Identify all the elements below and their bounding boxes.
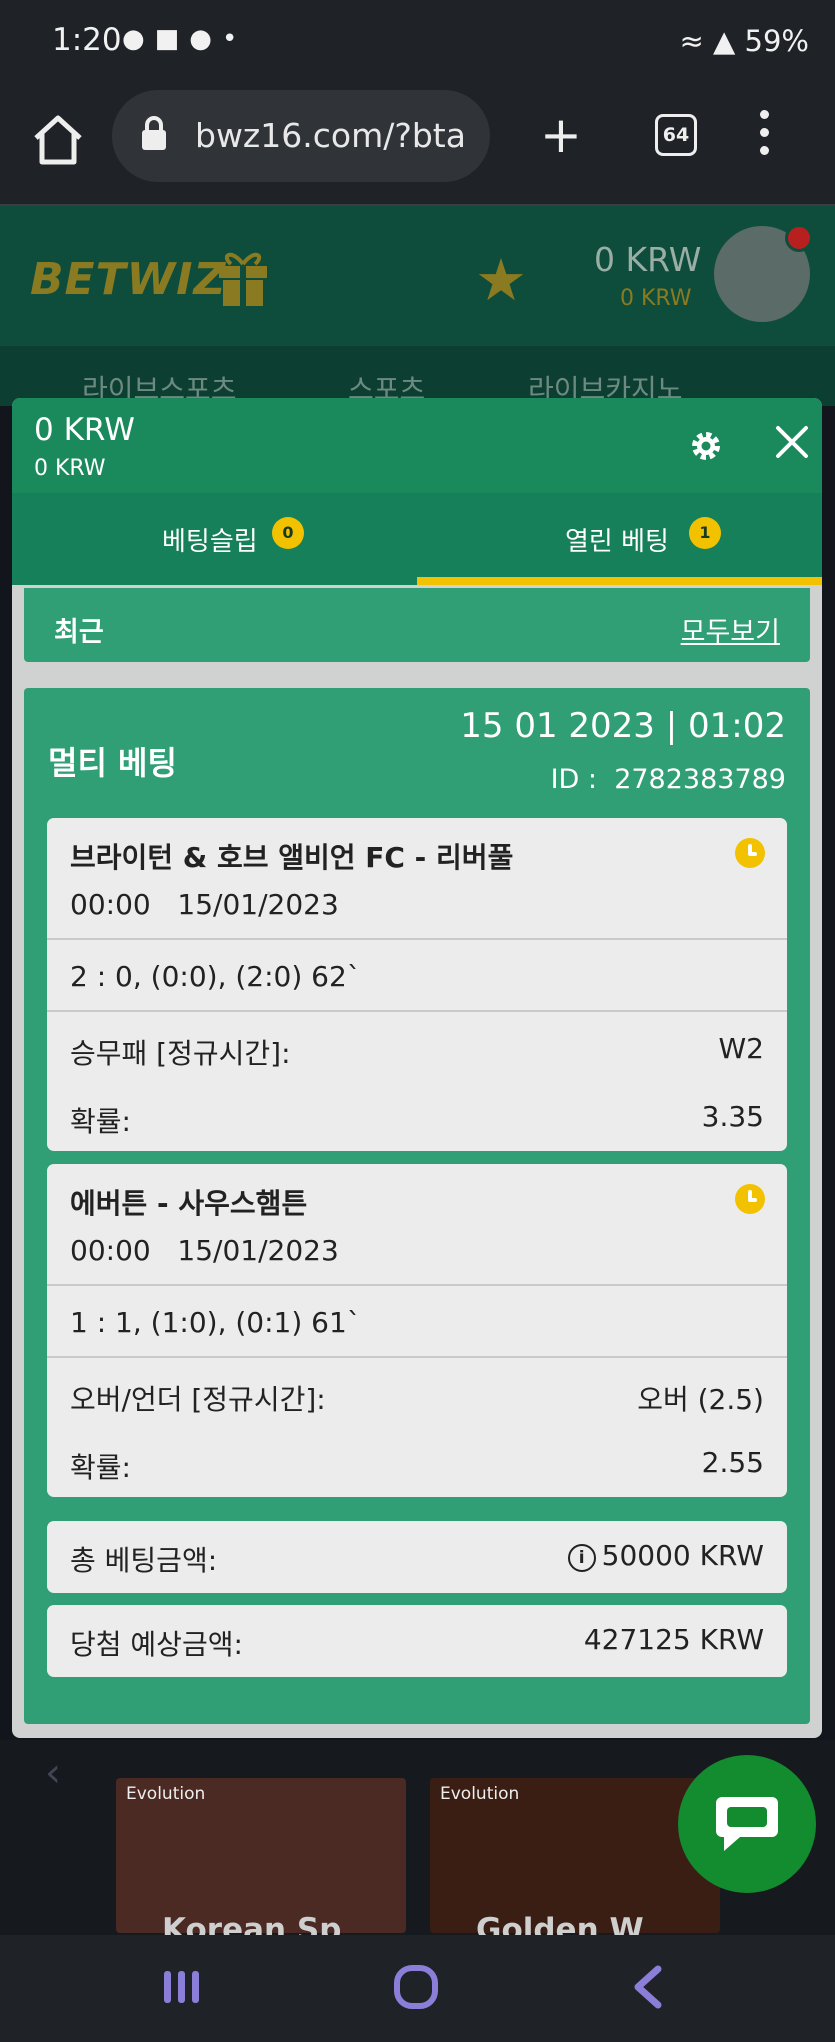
odds-value: 2.55 [701, 1446, 764, 1479]
notification-icons: ●■●• [122, 24, 248, 54]
bet-datetime: 15 01 2023 | 01:02 [460, 706, 786, 746]
selection-card: 브라이턴 & 호브 앨비언 FC - 리버풀 00:00 15/01/2023 … [47, 818, 787, 1151]
status-icons: ≈ ▲ 59% [679, 24, 809, 58]
chevron-left-icon[interactable]: ‹ [45, 1750, 61, 1796]
match-title: 에버튼 - 사우스햄튼 [70, 1187, 308, 1220]
bet-id-value: 2782383789 [614, 764, 786, 795]
notification-dot [785, 224, 813, 252]
potential-win-label: 당첨 예상금액: [70, 1628, 243, 1661]
header-bonus-balance: 0 KRW [620, 286, 692, 311]
market-value: 오버 (2.5) [637, 1383, 764, 1416]
url-text[interactable]: bwz16.com/?bta [195, 116, 466, 155]
match-time: 00:00 [70, 888, 151, 921]
odds-value: 3.35 [701, 1100, 764, 1133]
recent-apps-icon[interactable] [160, 1965, 204, 2009]
panel-balance: 0 KRW [34, 412, 135, 448]
market-label: 오버/언더 [정규시간]: [70, 1383, 326, 1416]
site-logo[interactable]: BETWIZ [30, 254, 226, 305]
tab-badge: 1 [689, 517, 721, 549]
selection-card: 에버튼 - 사우스햄튼 00:00 15/01/2023 1 : 1, (1:0… [47, 1164, 787, 1497]
divider [47, 1284, 787, 1286]
bet-type: 멀티 베팅 [48, 744, 177, 782]
recent-title: 최근 [54, 617, 104, 648]
header-balance: 0 KRW [594, 240, 702, 279]
home-icon[interactable] [30, 112, 86, 168]
bet-card: 멀티 베팅 15 01 2023 | 01:02 ID : 2782383789… [24, 688, 810, 1724]
lock-icon [142, 116, 166, 150]
total-stake-value: 50000 KRW [601, 1539, 764, 1572]
back-nav-icon[interactable] [628, 1963, 668, 2011]
new-tab-icon[interactable]: + [540, 110, 582, 160]
match-score: 2 : 0, (0:0), (2:0) 62` [70, 960, 361, 993]
potential-win-value: 427125 KRW [583, 1623, 764, 1656]
game-card[interactable]: Evolution [116, 1778, 406, 1933]
potential-win-row: 당첨 예상금액: 427125 KRW [47, 1605, 787, 1677]
game-card[interactable]: Evolution [430, 1778, 720, 1933]
divider [47, 938, 787, 940]
browser-toolbar: bwz16.com/?bta + 64 [0, 90, 835, 206]
match-score: 1 : 1, (1:0), (0:1) 61` [70, 1306, 361, 1339]
gift-icon[interactable] [215, 244, 271, 308]
view-all-link[interactable]: 모두보기 [681, 610, 780, 649]
close-icon[interactable] [770, 420, 814, 464]
match-title: 브라이턴 & 호브 앨비언 FC - 리버풀 [70, 841, 514, 874]
panel-bonus-balance: 0 KRW [34, 456, 106, 481]
bet-panel: 0 KRW 0 KRW 베팅슬립 0 열린 베팅 1 최근 모두보기 멀티 베팅… [12, 398, 822, 1738]
active-tab-indicator [417, 577, 822, 585]
divider [47, 1010, 787, 1012]
gear-icon[interactable] [688, 428, 724, 464]
status-bar: 1:20 ●■●• ≈ ▲ 59% [0, 0, 835, 90]
android-nav-bar [0, 1935, 835, 2042]
info-icon[interactable]: i [567, 1544, 596, 1572]
tab-open-bets[interactable]: 열린 베팅 1 [417, 493, 822, 585]
tab-badge: 0 [272, 517, 304, 549]
total-stake-row: 총 베팅금액: i 50000 KRW [47, 1521, 787, 1593]
tab-bet-slip[interactable]: 베팅슬립 0 [12, 493, 417, 585]
wifi-icon: ≈ [679, 24, 704, 58]
match-time: 00:00 [70, 1234, 151, 1267]
clock-icon [735, 1184, 765, 1214]
provider-label: Evolution [440, 1784, 520, 1804]
provider-label: Evolution [126, 1784, 206, 1804]
chat-button[interactable] [678, 1755, 816, 1893]
odds-label: 확률: [70, 1451, 131, 1484]
market-value: W2 [718, 1032, 765, 1065]
match-date: 15/01/2023 [177, 888, 339, 921]
panel-tabs: 베팅슬립 0 열린 베팅 1 [12, 493, 822, 585]
divider [47, 1356, 787, 1358]
total-stake: i 50000 KRW [567, 1539, 764, 1572]
match-datetime: 00:00 15/01/2023 [70, 888, 339, 921]
favorites-star-icon[interactable]: ★ [475, 246, 527, 314]
home-nav-icon[interactable] [392, 1963, 440, 2011]
tab-switcher-button[interactable]: 64 [655, 114, 697, 156]
panel-header: 0 KRW 0 KRW [12, 398, 822, 493]
market-label: 승무패 [정규시간]: [70, 1037, 291, 1070]
bet-id-label: ID : [550, 764, 598, 795]
bet-id: ID : 2782383789 [551, 764, 786, 795]
match-datetime: 00:00 15/01/2023 [70, 1234, 339, 1267]
recent-section: 최근 모두보기 [24, 588, 810, 662]
site-header: BETWIZ ★ 0 KRW 0 KRW [0, 206, 835, 346]
odds-label: 확률: [70, 1105, 131, 1138]
tab-label: 열린 베팅 [565, 527, 669, 557]
match-date: 15/01/2023 [177, 1234, 339, 1267]
tab-label: 베팅슬립 [162, 527, 258, 557]
total-stake-label: 총 베팅금액: [70, 1544, 218, 1577]
more-menu-icon[interactable] [760, 110, 770, 164]
battery-percent: 59% [744, 24, 809, 58]
status-time: 1:20 [52, 22, 122, 58]
site-nav: 라이브스포츠 스포츠 라이브카지노 [0, 346, 835, 406]
chat-icon [716, 1797, 778, 1851]
clock-icon [735, 838, 765, 868]
signal-icon: ▲ [713, 24, 736, 58]
